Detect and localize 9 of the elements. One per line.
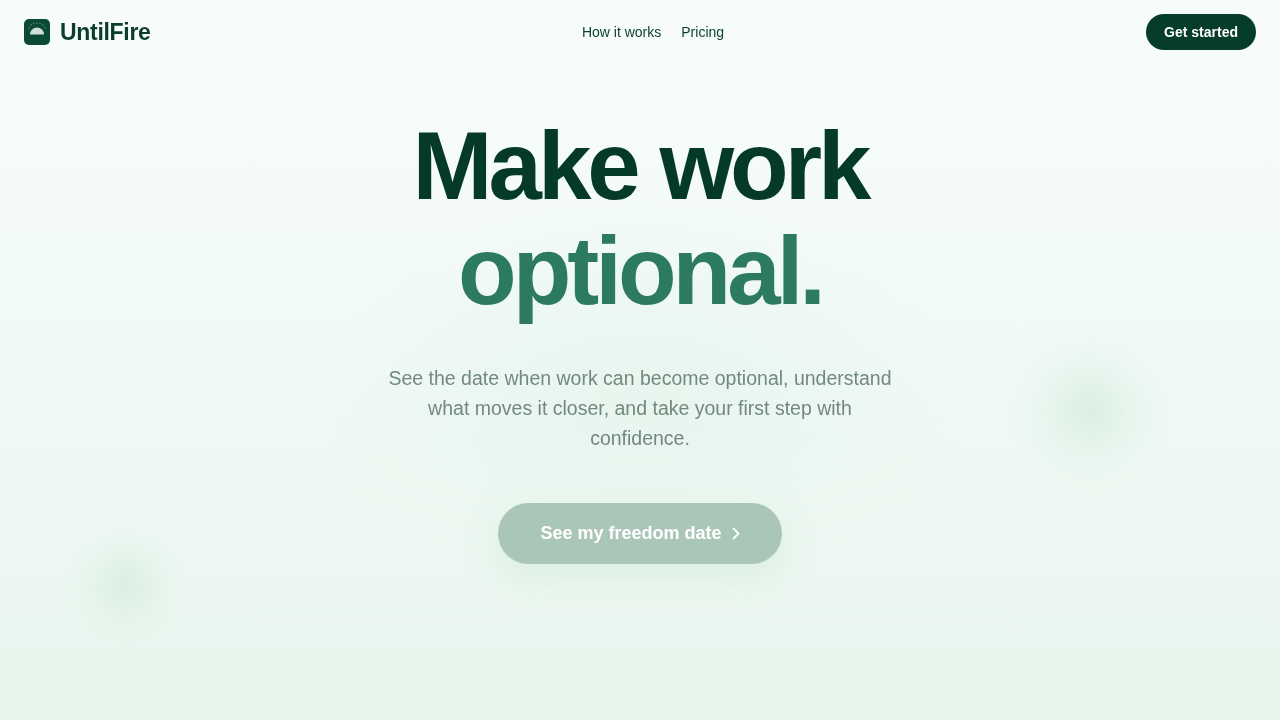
hero-subtitle: See the date when work can become optional, understand what moves it closer, and take your first step with confidence. (387, 366, 893, 451)
nav-link[interactable]: Pricing (681, 24, 725, 40)
hero-headline: optional. (458, 218, 822, 323)
get-started-button[interactable]: Get started (1146, 14, 1256, 50)
sunrise-logo-icon (24, 19, 50, 45)
brand-name: UntilFire (60, 18, 151, 46)
nav-link[interactable]: How it works (581, 24, 662, 40)
hero-headline: Make work (412, 113, 868, 218)
chevron-right-icon (731, 527, 740, 540)
